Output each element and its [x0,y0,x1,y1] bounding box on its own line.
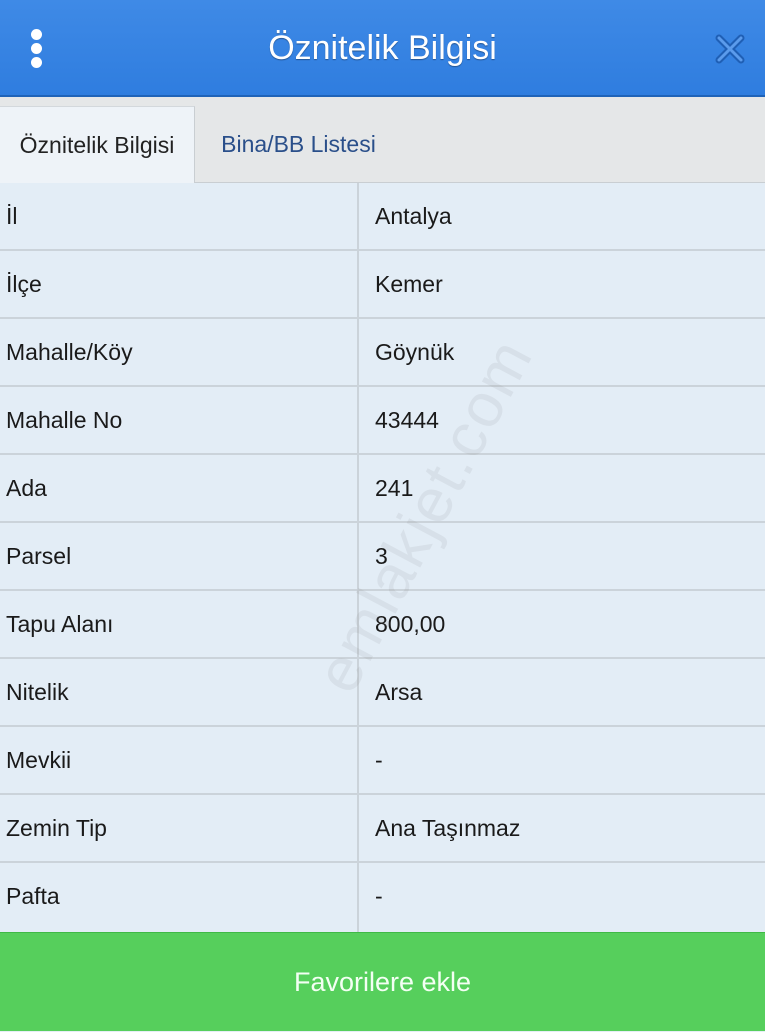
tab-building-list[interactable]: Bina/BB Listesi [196,106,401,183]
row-label: Tapu Alanı [6,611,114,637]
table-row: Pafta - [0,863,765,931]
close-icon[interactable] [713,32,747,66]
row-label: İl [6,203,18,229]
table-row: Mahalle/Köy Göynük [0,319,765,387]
row-label: Mahalle No [6,407,123,433]
attribute-table: İl Antalya İlçe Kemer Mahalle/Köy Göynük… [0,183,765,932]
table-row: Mevkii - [0,727,765,795]
table-row: Mahalle No 43444 [0,387,765,455]
row-label: Nitelik [6,679,69,705]
row-label: İlçe [6,271,42,297]
row-value: Kemer [375,271,443,297]
table-row: Tapu Alanı 800,00 [0,591,765,659]
row-label: Mahalle/Köy [6,339,133,365]
row-value: 43444 [375,407,439,433]
table-row: İlçe Kemer [0,251,765,319]
row-label: Parsel [6,543,72,569]
tab-attribute-info[interactable]: Öznitelik Bilgisi [0,106,195,184]
table-row: Ada 241 [0,455,765,523]
header-bar: Öznitelik Bilgisi [0,0,765,97]
row-value: Ana Taşınmaz [375,815,521,841]
row-value: 241 [375,475,414,501]
row-value: - [375,883,383,909]
row-value: 3 [375,543,388,569]
table-row: Nitelik Arsa [0,659,765,727]
row-label: Ada [6,475,47,501]
tab-bar: Öznitelik Bilgisi Bina/BB Listesi [0,97,765,184]
row-label: Pafta [6,883,60,909]
row-value: Göynük [375,339,455,365]
table-row: Zemin Tip Ana Taşınmaz [0,795,765,863]
table-row: İl Antalya [0,183,765,251]
row-value: Antalya [375,203,452,229]
row-value: - [375,747,383,773]
page-title: Öznitelik Bilgisi [268,29,497,67]
row-value: Arsa [375,679,423,705]
table-row: Parsel 3 [0,523,765,591]
row-label: Zemin Tip [6,815,107,841]
row-value: 800,00 [375,611,446,637]
row-label: Mevkii [6,747,72,773]
add-to-favorites-button[interactable]: Favorilere ekle [0,932,765,1031]
